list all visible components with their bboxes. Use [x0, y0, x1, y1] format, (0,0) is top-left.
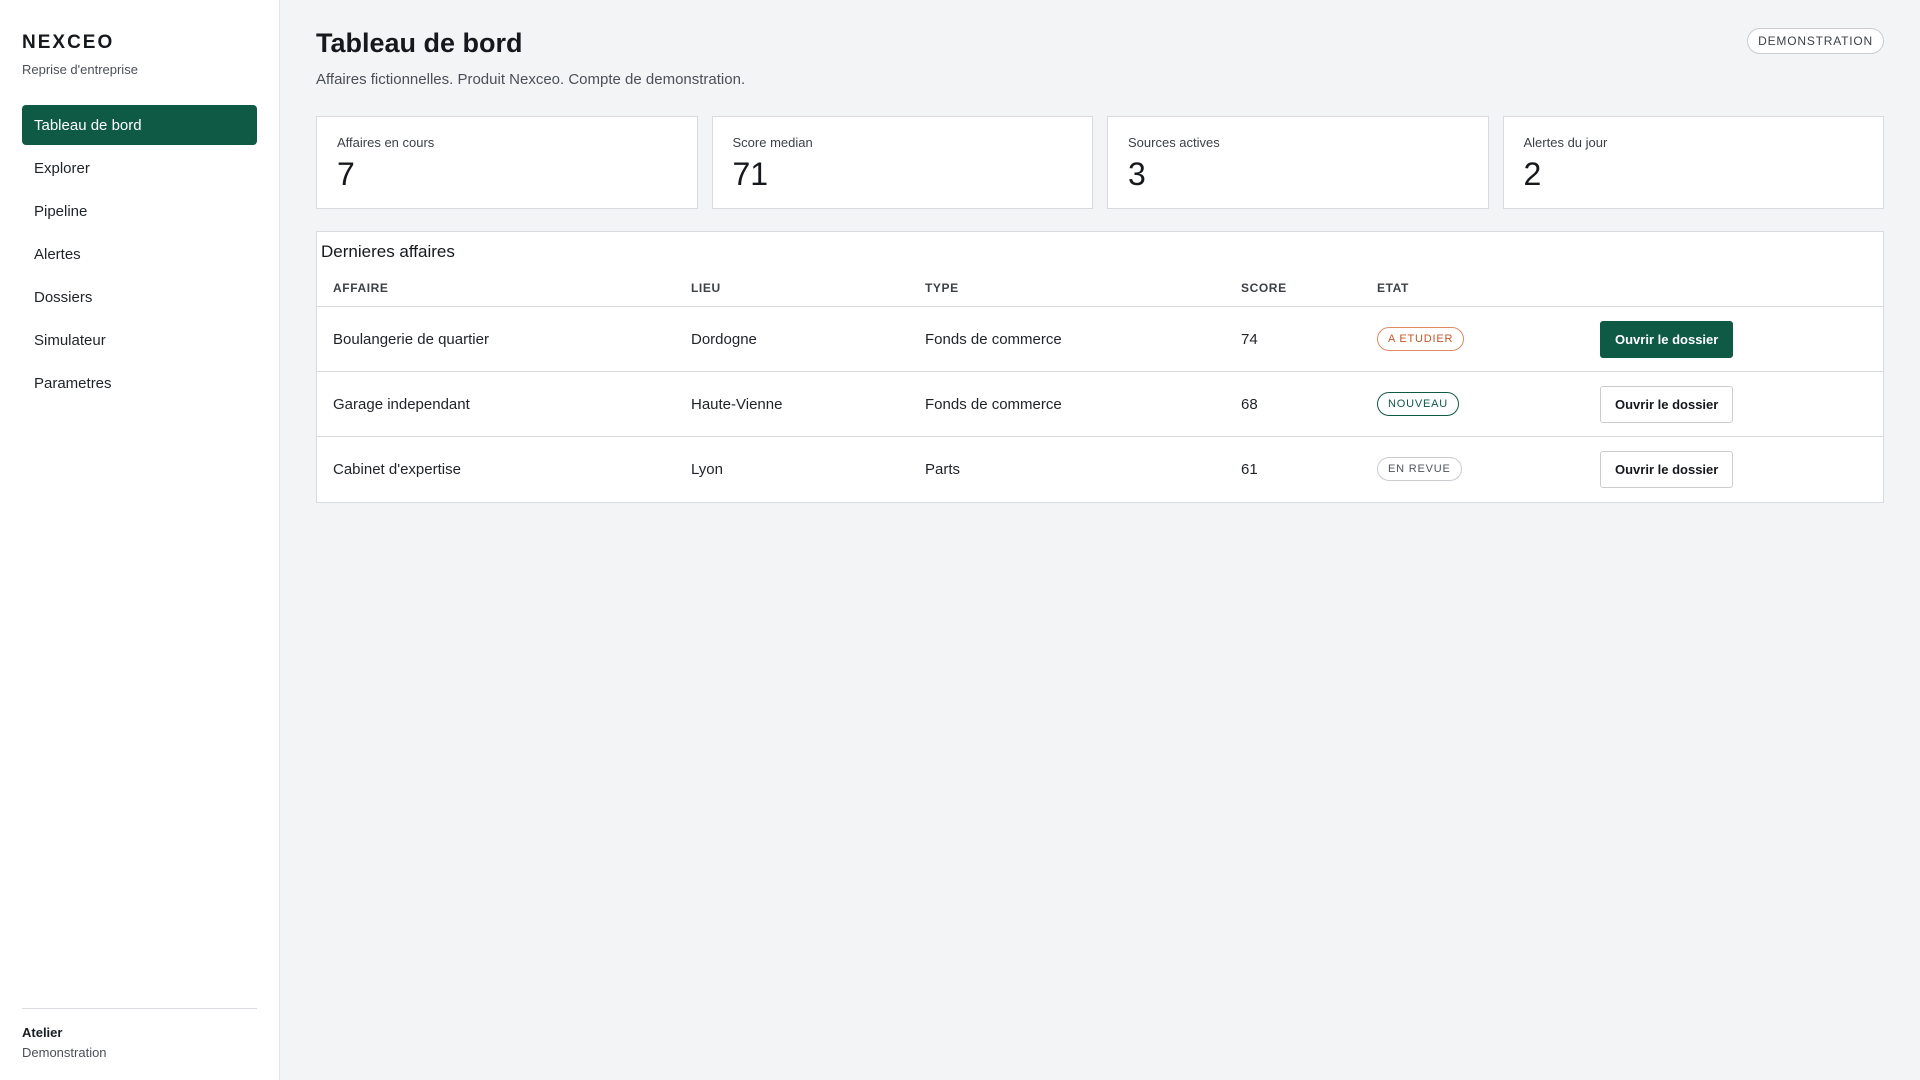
status-badge: A ETUDIER — [1377, 327, 1465, 351]
status-badge: NOUVEAU — [1377, 392, 1459, 416]
sidebar-item-alertes[interactable]: Alertes — [22, 234, 257, 274]
stat-value: 7 — [337, 156, 355, 192]
stat-value: 2 — [1523, 156, 1542, 192]
open-dossier-button[interactable]: Ouvrir le dossier — [1600, 385, 1734, 423]
stat-card-affaires: Affaires en cours 7 — [316, 116, 698, 209]
cell-type: Parts — [925, 460, 961, 478]
column-header-type: TYPE — [909, 262, 1225, 307]
sidebar-nav: Tableau de bord Explorer Pipeline Alerte… — [22, 105, 257, 403]
stat-label: Alertes du jour — [1523, 135, 1608, 150]
table-row: Boulangerie de quartier Dordogne Fonds d… — [317, 306, 1883, 372]
open-dossier-button[interactable]: Ouvrir le dossier — [1600, 320, 1734, 358]
open-dossier-button[interactable]: Ouvrir le dossier — [1600, 450, 1734, 488]
table-header-row: AFFAIRE LIEU TYPE SCORE ETAT — [317, 262, 1883, 307]
status-badge: EN REVUE — [1377, 457, 1462, 482]
page-subtitle: Affaires fictionnelles. Produit Nexceo. … — [316, 71, 746, 88]
column-header-action — [1584, 262, 1883, 307]
cell-type: Fonds de commerce — [909, 306, 1225, 372]
page-header: Tableau de bord Affaires fictionnelles. … — [316, 28, 1884, 88]
cell-action: Ouvrir le dossier — [1584, 371, 1883, 437]
cell-affaire: Boulangerie de quartier — [317, 306, 675, 372]
deals-title: Dernieres affaires — [321, 242, 455, 261]
stat-label: Score median — [732, 135, 813, 150]
cell-score: 74 — [1225, 306, 1361, 372]
column-header-score: SCORE — [1225, 262, 1361, 307]
sidebar-item-parametres[interactable]: Parametres — [22, 363, 257, 403]
sidebar-footer: Atelier Demonstration — [22, 1008, 257, 1060]
cell-etat: A ETUDIER — [1361, 306, 1584, 372]
table-row: Cabinet d'expertise Lyon Parts 61 EN REV… — [317, 437, 1883, 502]
cell-lieu: Dordogne — [675, 306, 909, 372]
workspace-subtitle: Demonstration — [22, 1045, 107, 1060]
cell-lieu: Haute-Vienne — [675, 371, 909, 437]
cell-lieu: Lyon — [691, 460, 723, 478]
cell-etat: NOUVEAU — [1361, 371, 1584, 437]
column-header-affaire: AFFAIRE — [317, 262, 675, 307]
cell-action: Ouvrir le dossier — [1584, 437, 1883, 502]
cell-etat: EN REVUE — [1361, 437, 1584, 502]
cell-score: 61 — [1241, 460, 1258, 478]
workspace-name: Atelier — [22, 1025, 63, 1040]
brand-name: NEXCEO — [22, 32, 115, 53]
demo-badge: DEMONSTRATION — [1747, 28, 1884, 54]
sidebar-item-explorer[interactable]: Explorer — [22, 148, 257, 188]
deals-table: AFFAIRE LIEU TYPE SCORE ETAT Boulangerie… — [317, 262, 1883, 502]
cell-type: Fonds de commerce — [909, 371, 1225, 437]
brand-subtitle: Reprise d'entreprise — [22, 62, 138, 77]
cell-affaire: Cabinet d'expertise — [333, 460, 461, 478]
main-content: Tableau de bord Affaires fictionnelles. … — [280, 0, 1920, 1080]
stat-card-sources: Sources actives 3 — [1107, 116, 1489, 209]
stat-card-alertes: Alertes du jour 2 — [1502, 116, 1884, 209]
sidebar: NEXCEO Reprise d'entreprise Tableau de b… — [0, 0, 280, 1080]
stats-row: Affaires en cours 7 Score median 71 Sour… — [316, 116, 1884, 209]
page-title: Tableau de bord — [316, 28, 523, 58]
cell-action: Ouvrir le dossier — [1584, 306, 1883, 372]
stat-value: 3 — [1128, 156, 1146, 192]
sidebar-item-tableau-de-bord[interactable]: Tableau de bord — [22, 105, 257, 145]
brand: NEXCEO Reprise d'entreprise — [22, 32, 257, 77]
sidebar-item-dossiers[interactable]: Dossiers — [22, 277, 257, 317]
stat-label: Sources actives — [1128, 135, 1220, 150]
sidebar-item-simulateur[interactable]: Simulateur — [22, 320, 257, 360]
stat-card-score: Score median 71 — [711, 116, 1093, 209]
sidebar-item-pipeline[interactable]: Pipeline — [22, 191, 257, 231]
column-header-lieu: LIEU — [675, 262, 909, 307]
stat-label: Affaires en cours — [337, 135, 435, 150]
column-header-etat: ETAT — [1361, 262, 1584, 307]
cell-affaire: Garage independant — [317, 371, 675, 437]
cell-score: 68 — [1225, 371, 1361, 437]
stat-value: 71 — [732, 156, 769, 192]
table-row: Garage independant Haute-Vienne Fonds de… — [317, 371, 1883, 437]
deals-panel: Dernieres affaires AFFAIRE LIEU TYPE SCO… — [316, 231, 1884, 503]
